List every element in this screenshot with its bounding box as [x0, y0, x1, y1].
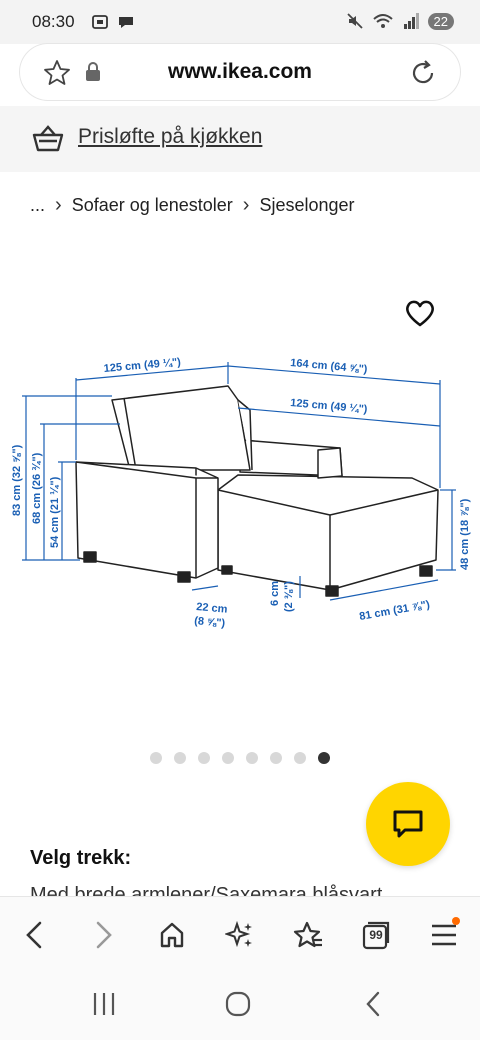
carousel-dot-active[interactable]	[318, 752, 330, 764]
carousel-dot[interactable]	[246, 752, 258, 764]
url-bar[interactable]: www.ikea.com	[20, 44, 460, 100]
breadcrumb-item-sofaer[interactable]: Sofaer og lenestoler	[72, 195, 233, 216]
notification-dot	[452, 917, 460, 925]
breadcrumb-separator: ›	[55, 194, 62, 216]
dim-height-chaise: 48 cm (18 ⅞")	[459, 498, 471, 570]
back-icon	[26, 921, 42, 949]
breadcrumb-item-ellipsis[interactable]: ...	[30, 195, 45, 216]
breadcrumb-item-sjeselonger[interactable]: Sjeselonger	[259, 195, 354, 216]
dim-chaise-depth: 81 cm (31 ⅞")	[358, 599, 431, 623]
promo-bar[interactable]: Prisløfte på kjøkken	[0, 106, 480, 172]
carousel-dot[interactable]	[174, 752, 186, 764]
back-button[interactable]	[14, 915, 54, 955]
dim-leg-height: 6 cm	[269, 581, 281, 606]
wifi-icon	[372, 14, 393, 28]
product-dimension-image[interactable]: 125 cm (49 ¼") 164 cm (64 ⅝") 125 cm (49…	[0, 300, 480, 660]
tab-count: 99	[369, 928, 383, 942]
dim-width-seat: 125 cm (49 ¼")	[103, 356, 181, 375]
dim-arm-width-in: (8 ⅝")	[194, 615, 226, 630]
basket-icon	[32, 125, 64, 152]
tabs-button[interactable]: 99	[356, 915, 396, 955]
reload-icon[interactable]	[408, 58, 438, 88]
home-circle-icon[interactable]	[224, 990, 252, 1018]
section-title: Velg trekk:	[30, 847, 132, 869]
carousel-dot[interactable]	[270, 752, 282, 764]
battery-indicator: 22	[427, 12, 454, 30]
system-back-icon[interactable]	[360, 990, 388, 1018]
carousel-dots	[0, 752, 480, 764]
dim-height-back: 83 cm (32 ⅝")	[11, 444, 23, 516]
chat-bubble-icon	[119, 17, 133, 28]
promo-link[interactable]: Prisløfte på kjøkken	[78, 125, 262, 149]
carousel-dot[interactable]	[222, 752, 234, 764]
system-navigation-bar	[0, 972, 480, 1040]
status-bar: 08:30 22	[0, 0, 480, 44]
breadcrumb-separator: ›	[242, 194, 250, 216]
recents-icon[interactable]	[90, 990, 118, 1018]
forward-icon	[96, 921, 112, 949]
dim-width-chaise: 125 cm (49 ¼")	[290, 397, 368, 416]
menu-icon	[432, 924, 456, 946]
chat-button[interactable]	[366, 782, 450, 866]
ai-button[interactable]	[220, 915, 260, 955]
dim-height-seat-arm: 54 cm (21 ¼")	[49, 476, 61, 548]
mute-icon	[346, 13, 363, 29]
dim-width-total: 164 cm (64 ⅝")	[290, 357, 368, 376]
dim-arm-width: 22 cm	[196, 601, 228, 616]
bookmarks-button[interactable]	[288, 915, 328, 955]
status-left-icons	[90, 12, 136, 32]
status-right-icons: 22	[346, 12, 454, 30]
chat-icon	[393, 810, 423, 838]
bookmarks-icon	[293, 921, 322, 948]
status-time: 08:30	[32, 12, 75, 31]
dim-height-arm: 68 cm (26 ¾")	[31, 452, 43, 524]
sofa-drawing	[75, 385, 439, 597]
signal-icon	[403, 13, 419, 29]
forward-button[interactable]	[84, 915, 124, 955]
dim-leg-height-in: (2 ⅜")	[283, 581, 295, 612]
browser-toolbar: 99	[0, 896, 480, 972]
carousel-dot[interactable]	[150, 752, 162, 764]
menu-button[interactable]	[424, 915, 464, 955]
screenshot-icon	[92, 15, 108, 29]
url-text[interactable]: www.ikea.com	[20, 60, 460, 84]
sparkle-icon	[225, 920, 252, 948]
breadcrumb: ... › Sofaer og lenestoler › Sjeselonger	[30, 194, 355, 217]
carousel-dot[interactable]	[294, 752, 306, 764]
home-button[interactable]	[152, 915, 192, 955]
carousel-dot[interactable]	[198, 752, 210, 764]
home-icon	[160, 922, 184, 948]
